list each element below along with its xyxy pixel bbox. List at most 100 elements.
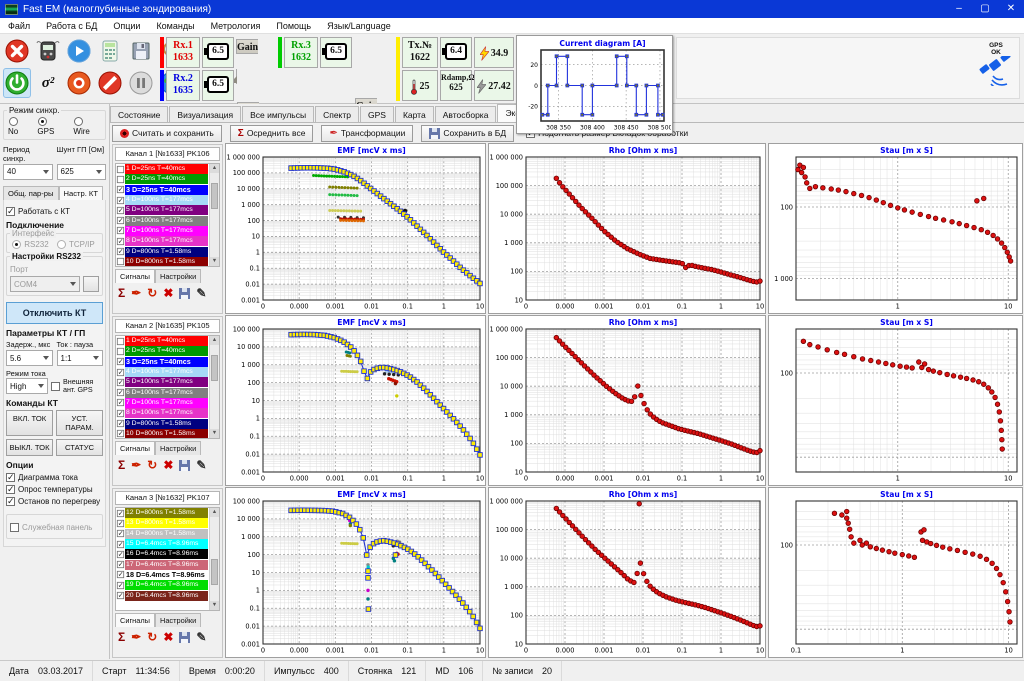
average-all-button[interactable]: ΣОсреднить все — [230, 125, 314, 142]
command-button-УСТ. ПАРАМ.[interactable]: УСТ. ПАРАМ. — [56, 410, 103, 436]
menu-item-Работа с БД[interactable]: Работа с БД — [38, 21, 105, 31]
option-checkbox-Опрос температуры[interactable]: Опрос температуры — [6, 485, 103, 494]
sidebar-tab-Общ. пар-ры[interactable]: Общ. пар-ры — [3, 186, 59, 200]
scrollbar[interactable]: ▲▼ — [209, 336, 219, 438]
floppy-icon[interactable] — [179, 460, 190, 471]
option-checkbox-Диаграмма тока[interactable]: Диаграмма тока — [6, 473, 103, 482]
signal-row[interactable]: 12 D=800ns T=1.58ms — [116, 508, 208, 518]
sidebar-tab-Настр. КТ[interactable]: Настр. КТ — [59, 186, 104, 200]
service-panel-checkbox[interactable]: Служебная панель — [10, 523, 99, 532]
channel-tab-Сигналы[interactable]: Сигналы — [115, 441, 155, 455]
shunt-select[interactable]: 625 — [57, 164, 107, 180]
tab-Автосборка[interactable]: Автосборка — [435, 106, 497, 122]
work-kt-checkbox[interactable]: Работать с КТ — [6, 207, 103, 216]
option-checkbox-Останов по перегреву[interactable]: Останов по перегреву — [6, 497, 103, 506]
floppy-icon[interactable] — [179, 288, 190, 299]
signal-checkbox[interactable] — [117, 238, 124, 245]
current-mode-select[interactable]: High — [6, 378, 48, 394]
signal-checkbox[interactable] — [117, 551, 124, 558]
scroll-down-icon[interactable]: ▼ — [210, 601, 219, 610]
signal-checkbox[interactable] — [117, 510, 124, 517]
signal-checkbox[interactable] — [117, 530, 124, 537]
signal-checkbox[interactable] — [117, 258, 124, 265]
signal-row[interactable]: 4 D=100ns T=177mcs — [116, 367, 208, 377]
menu-item-Команды[interactable]: Команды — [148, 21, 202, 31]
signal-checkbox[interactable] — [117, 389, 124, 396]
marker-pen-icon[interactable]: ✒ — [131, 458, 141, 472]
command-button-ВЫКЛ. ТОК[interactable]: ВЫКЛ. ТОК — [6, 439, 53, 456]
signal-checkbox[interactable] — [117, 379, 124, 386]
save-to-db-button[interactable]: Сохранить в БД — [421, 125, 514, 142]
signal-checkbox[interactable] — [117, 196, 124, 203]
menu-item-Метрология[interactable]: Метрология — [203, 21, 269, 31]
scroll-thumb[interactable] — [211, 183, 218, 209]
signal-list[interactable]: 1 D=25ns T=40mcs2 D=25ns T=40mcs3 D=25ns… — [115, 163, 220, 267]
signal-list[interactable]: 1 D=25ns T=40mcs2 D=25ns T=40mcs3 D=25ns… — [115, 335, 220, 439]
signal-checkbox[interactable] — [117, 207, 124, 214]
ext-gps-ant-checkbox[interactable]: Внешняя ант. GPS — [51, 378, 103, 394]
record-button[interactable] — [65, 68, 93, 98]
signal-checkbox[interactable] — [117, 582, 124, 589]
edit-icon[interactable]: ✎ — [196, 630, 206, 644]
signal-row[interactable]: 4 D=100ns T=177mcs — [116, 195, 208, 205]
signal-checkbox[interactable] — [117, 217, 124, 224]
signal-checkbox[interactable] — [117, 338, 124, 345]
menu-item-Помощь[interactable]: Помощь — [268, 21, 319, 31]
signal-checkbox[interactable] — [117, 592, 124, 599]
channel-tab-Сигналы[interactable]: Сигналы — [115, 613, 155, 627]
signal-row[interactable]: 18 D=6.4mcs T=8.96ms — [116, 570, 208, 580]
scrollbar[interactable]: ▲▼ — [209, 164, 219, 266]
signal-checkbox[interactable] — [117, 420, 124, 427]
pause-button[interactable] — [127, 68, 155, 98]
signal-row[interactable]: 20 D=6.4mcs T=8.96ms — [116, 590, 208, 600]
close-session-button[interactable] — [3, 36, 31, 66]
signal-row[interactable]: 5 D=100ns T=177mcs — [116, 377, 208, 387]
tab-Карта[interactable]: Карта — [395, 106, 434, 122]
signal-row[interactable]: 15 D=6.4mcs T=8.96ms — [116, 539, 208, 549]
signal-row[interactable]: 3 D=25ns T=40mcs — [116, 357, 208, 367]
signal-row[interactable]: 8 D=100ns T=177mcs — [116, 408, 208, 418]
refresh-icon[interactable]: ↻ — [147, 630, 157, 644]
signal-row[interactable]: 2 D=25ns T=40mcs — [116, 174, 208, 184]
rs232-radio[interactable]: RS232 — [11, 240, 49, 250]
edit-icon[interactable]: ✎ — [196, 458, 206, 472]
signal-checkbox[interactable] — [117, 227, 124, 234]
channel-tab-Настройки[interactable]: Настройки — [155, 613, 201, 627]
tab-Состояние[interactable]: Состояние — [110, 106, 168, 122]
signal-checkbox[interactable] — [117, 561, 124, 568]
menu-item-Опции[interactable]: Опции — [105, 21, 148, 31]
signal-checkbox[interactable] — [117, 176, 124, 183]
signal-row[interactable]: 6 D=100ns T=177mcs — [116, 215, 208, 225]
signal-checkbox[interactable] — [117, 186, 124, 193]
signal-checkbox[interactable] — [117, 399, 124, 406]
signal-list[interactable]: 12 D=800ns T=1.58ms13 D=800ns T=1.58ms14… — [115, 507, 220, 611]
signal-row[interactable]: 7 D=100ns T=177mcs — [116, 226, 208, 236]
signal-checkbox[interactable] — [117, 358, 124, 365]
scroll-thumb[interactable] — [211, 559, 218, 585]
tab-Все импульсы[interactable]: Все импульсы — [242, 106, 314, 122]
signal-checkbox[interactable] — [117, 348, 124, 355]
signal-row[interactable]: 14 D=800ns T=1.58ms — [116, 529, 208, 539]
stop-button[interactable] — [96, 68, 124, 98]
scroll-up-icon[interactable]: ▲ — [210, 336, 219, 345]
signal-checkbox[interactable] — [117, 520, 124, 527]
channel-tab-Сигналы[interactable]: Сигналы — [115, 269, 155, 283]
command-button-СТАТУС[interactable]: СТАТУС — [56, 439, 103, 456]
signal-row[interactable]: 7 D=100ns T=177mcs — [116, 398, 208, 408]
edit-icon[interactable]: ✎ — [196, 286, 206, 300]
signal-checkbox[interactable] — [117, 166, 124, 173]
delay-select[interactable]: 5.6 — [6, 350, 53, 366]
sync-radio-No[interactable]: No — [8, 117, 30, 136]
channel-tab-Настройки[interactable]: Настройки — [155, 441, 201, 455]
menu-item-Файл[interactable]: Файл — [0, 21, 38, 31]
tab-Спектр[interactable]: Спектр — [315, 106, 359, 122]
delete-icon[interactable]: ✖ — [163, 630, 173, 644]
refresh-icon[interactable]: ↻ — [147, 458, 157, 472]
signal-row[interactable]: 9 D=800ns T=1.58ms — [116, 246, 208, 256]
read-save-button[interactable]: Считать и сохранить — [112, 125, 222, 142]
play-button[interactable] — [65, 36, 93, 66]
signal-row[interactable]: 5 D=100ns T=177mcs — [116, 205, 208, 215]
sigma-squared-button[interactable]: σ² — [34, 68, 62, 98]
refresh-icon[interactable]: ↻ — [147, 286, 157, 300]
signal-checkbox[interactable] — [117, 540, 124, 547]
